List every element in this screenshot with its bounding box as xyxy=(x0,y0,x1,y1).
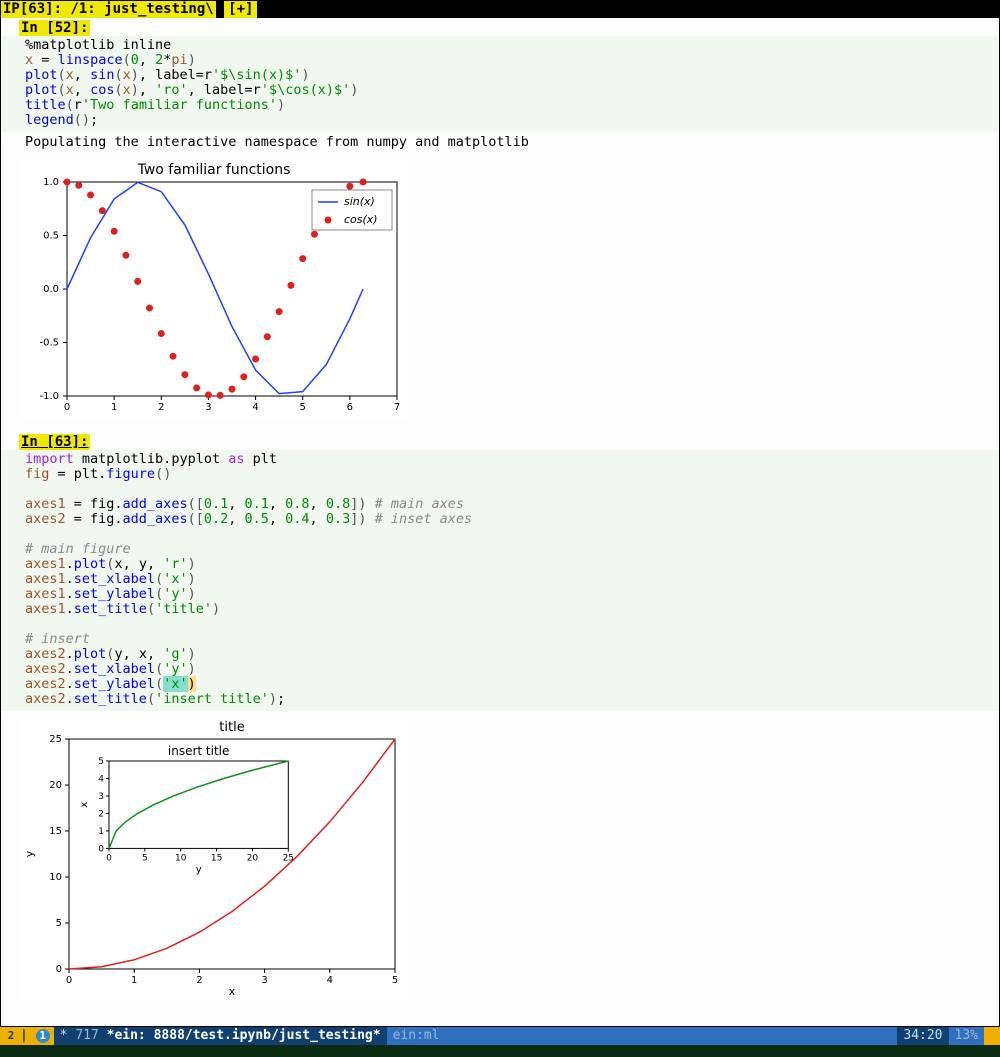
svg-text:0: 0 xyxy=(64,402,70,413)
cell-prompt-2: In [63]: xyxy=(19,434,90,450)
svg-text:4: 4 xyxy=(327,975,333,986)
cell-output-text-1: Populating the interactive namespace fro… xyxy=(1,132,999,152)
code-input-1[interactable]: %matplotlib inline x = linspace(0, 2*pi)… xyxy=(1,36,999,132)
svg-text:1: 1 xyxy=(131,975,137,986)
svg-text:7: 7 xyxy=(394,402,400,413)
chart-1-container: Two familiar functions 0 1 2 3 4 5 6 7 -1.0 -0.5 0.… xyxy=(1,152,999,430)
notebook-cell-1[interactable]: In [52]: %matplotlib inline x = linspace… xyxy=(1,18,999,430)
svg-text:y: y xyxy=(23,850,36,857)
svg-text:3: 3 xyxy=(261,975,267,986)
svg-text:0: 0 xyxy=(56,964,62,975)
svg-text:25: 25 xyxy=(283,853,294,863)
status-modified: * 717 *ein: 8888/test.ipynb/just_testing… xyxy=(54,1027,387,1045)
svg-text:10: 10 xyxy=(175,853,187,863)
svg-text:15: 15 xyxy=(49,826,62,837)
editor-pane[interactable]: IP[63]: /1: just_testing\ [+] In [52]: %… xyxy=(0,0,1000,1027)
svg-text:y: y xyxy=(196,864,202,875)
svg-text:0: 0 xyxy=(98,844,104,854)
svg-text:0: 0 xyxy=(66,975,72,986)
buffer-name: *ein: 8888/test.ipynb/just_testing* xyxy=(107,1028,381,1043)
code-input-2[interactable]: import matplotlib.pyplot as plt fig = pl… xyxy=(1,450,999,711)
status-indicator-left: 2| 1 xyxy=(0,1027,54,1045)
svg-text:x: x xyxy=(79,802,90,808)
svg-text:2: 2 xyxy=(158,402,164,413)
cursor-position: ) xyxy=(188,676,196,692)
chart-title-with-inset: title0123450510152025xyinsert title05101… xyxy=(19,719,409,999)
tab-new-button[interactable]: [+] xyxy=(224,1,257,18)
notebook-cell-2[interactable]: In [63]: import matplotlib.pyplot as plt… xyxy=(1,434,999,1011)
svg-text:1: 1 xyxy=(98,827,104,837)
svg-text:3: 3 xyxy=(205,402,211,413)
svg-text:20: 20 xyxy=(247,853,259,863)
status-end-block xyxy=(984,1027,1000,1045)
status-count-1: 2 xyxy=(4,1029,18,1043)
svg-text:0.0: 0.0 xyxy=(43,284,59,295)
svg-text:1.0: 1.0 xyxy=(43,177,59,188)
svg-text:4: 4 xyxy=(252,402,258,413)
svg-text:3: 3 xyxy=(98,792,104,802)
chart-2-container: title0123450510152025xyinsert title05101… xyxy=(1,711,999,1011)
major-mode: ein:ml xyxy=(387,1027,446,1045)
svg-text:insert title: insert title xyxy=(168,744,230,758)
svg-text:title: title xyxy=(219,720,244,735)
svg-text:-1.0: -1.0 xyxy=(39,391,59,402)
svg-text:cos(x): cos(x) xyxy=(344,213,378,226)
svg-text:2: 2 xyxy=(196,975,202,986)
svg-text:-0.5: -0.5 xyxy=(39,338,59,349)
svg-text:0: 0 xyxy=(106,853,112,863)
status-count-2: 1 xyxy=(36,1029,50,1043)
svg-text:10: 10 xyxy=(49,872,62,883)
status-bar: 2| 1 * 717 *ein: 8888/test.ipynb/just_te… xyxy=(0,1027,1000,1045)
svg-text:Two familiar functions: Two familiar functions xyxy=(137,162,291,178)
svg-text:1: 1 xyxy=(111,402,117,413)
svg-text:x: x xyxy=(229,985,236,998)
svg-text:2: 2 xyxy=(98,809,104,819)
desktop-background-strip xyxy=(0,1045,1000,1057)
svg-text:sin(x): sin(x) xyxy=(344,195,375,208)
svg-text:6: 6 xyxy=(347,402,353,413)
svg-text:25: 25 xyxy=(49,734,62,745)
svg-text:5: 5 xyxy=(98,757,104,767)
cursor-position-indicator: 34:20 xyxy=(897,1027,948,1045)
svg-text:5: 5 xyxy=(300,402,306,413)
tab-bar[interactable]: IP[63]: /1: just_testing\ [+] xyxy=(1,1,999,18)
svg-text:15: 15 xyxy=(211,853,222,863)
svg-text:5: 5 xyxy=(392,975,398,986)
svg-text:20: 20 xyxy=(49,780,62,791)
svg-text:5: 5 xyxy=(142,853,148,863)
svg-text:4: 4 xyxy=(98,774,104,784)
svg-text:0.5: 0.5 xyxy=(43,231,59,242)
svg-text:5: 5 xyxy=(56,918,62,929)
scroll-percent: 13% xyxy=(949,1027,984,1045)
chart-two-familiar-functions: Two familiar functions 0 1 2 3 4 5 6 7 -1.0 -0.5 0.… xyxy=(19,160,409,418)
tab-active[interactable]: IP[63]: /1: just_testing\ xyxy=(1,1,216,18)
cell-prompt-1: In [52]: xyxy=(19,20,90,36)
